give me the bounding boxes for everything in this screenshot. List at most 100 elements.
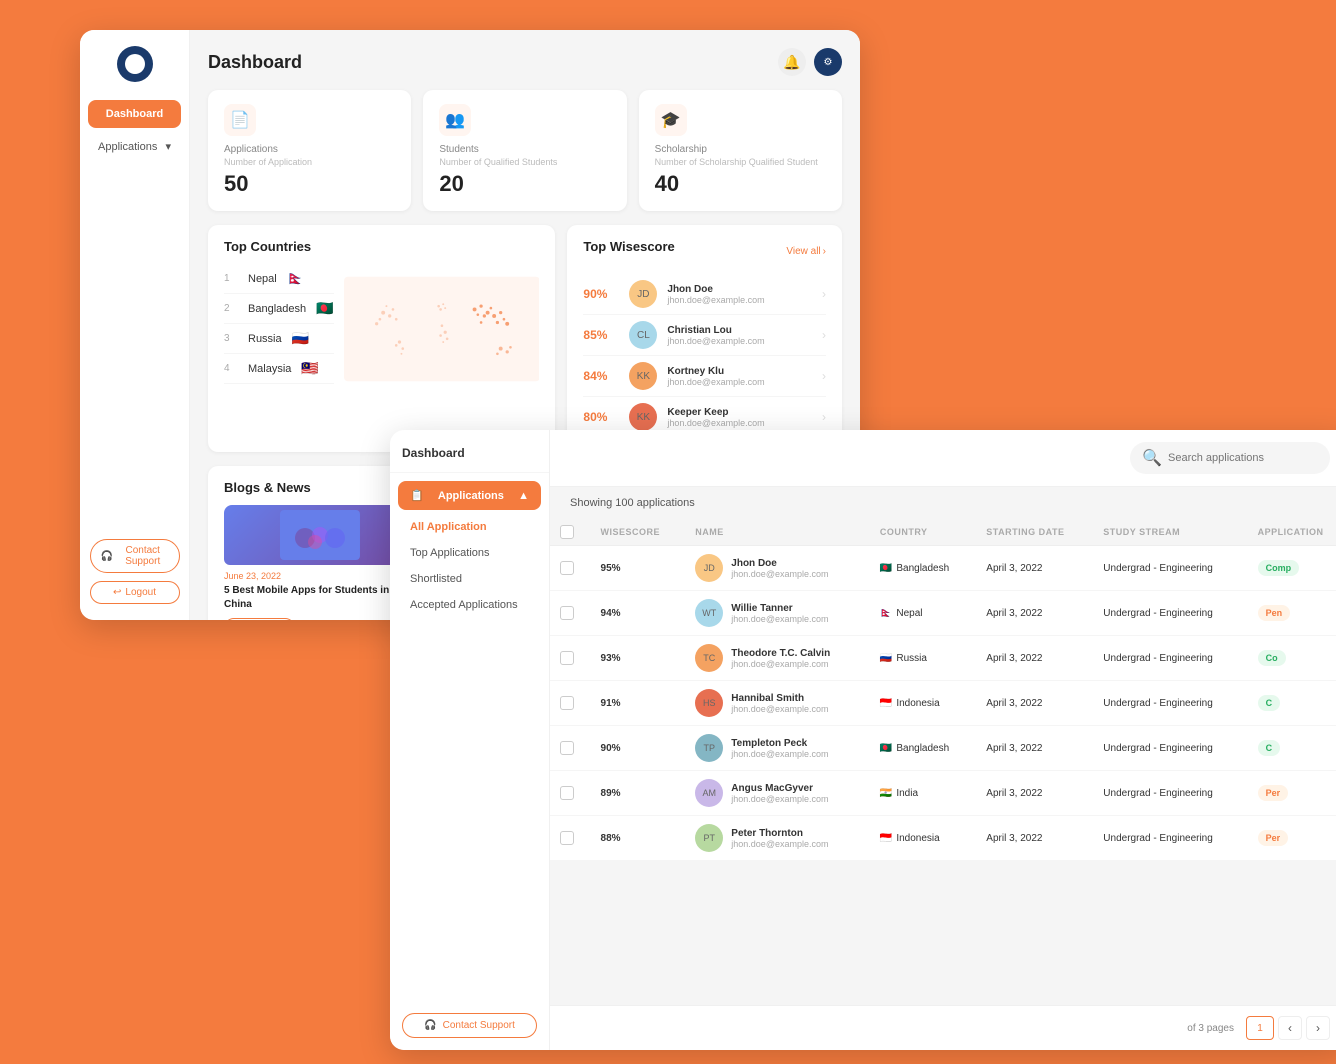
applications-label: Applications [224, 144, 395, 155]
world-map [344, 264, 540, 394]
th-wisescore: WISESCORE [591, 519, 686, 546]
sidebar-item-applications[interactable]: Applications ▾ [88, 132, 181, 161]
stat-card-scholarship: 🎓 Scholarship Number of Scholarship Qual… [639, 90, 842, 211]
student-avatar: TC [695, 644, 723, 672]
blog-date-1: June 23, 2022 [224, 571, 417, 581]
view-all-link[interactable]: View all › [786, 246, 826, 257]
table-row: 94% WT Willie Tanner jhon.doe@example.co… [550, 591, 1336, 636]
td-country: 🇷🇺 Russia [870, 636, 976, 681]
apps-table-wrapper: Showing 100 applications WISESCORE NAME … [550, 487, 1336, 1005]
student-info: Willie Tanner jhon.doe@example.com [731, 603, 828, 624]
submenu-accepted-applications[interactable]: Accepted Applications [390, 592, 549, 618]
chevron-icon: › [822, 410, 826, 424]
td-checkbox [550, 636, 591, 681]
sidebar-bottom: 🎧 Contact Support ↩ Logout [80, 539, 189, 604]
logout-button[interactable]: ↩ Logout [90, 581, 180, 604]
td-status: Per [1248, 771, 1336, 816]
wisescore-card: Top Wisescore View all › 90% JD Jhon Doe… [567, 225, 842, 452]
pagination-page-input[interactable] [1246, 1016, 1274, 1040]
td-date: April 3, 2022 [976, 546, 1093, 591]
map-svg [344, 264, 540, 394]
sidebar-item-dashboard[interactable]: Dashboard [88, 100, 181, 128]
scholarship-number: 40 [655, 171, 826, 197]
student-info: Hannibal Smith jhon.doe@example.com [731, 693, 828, 714]
apps-menu-item-active[interactable]: 📋 Applications ▲ [398, 481, 541, 510]
chevron-icon: › [822, 369, 826, 383]
chevron-icon: › [822, 287, 826, 301]
student-info: Templeton Peck jhon.doe@example.com [731, 738, 828, 759]
blog-img-svg-1 [280, 510, 360, 560]
td-status: Co [1248, 636, 1336, 681]
td-country: 🇧🇩 Bangladesh [870, 726, 976, 771]
submenu-shortlisted[interactable]: Shortlisted [390, 566, 549, 592]
country-item-bangladesh: 2 Bangladesh 🇧🇩 [224, 294, 334, 324]
scholarship-sublabel: Number of Scholarship Qualified Student [655, 157, 826, 167]
th-checkbox [550, 519, 591, 546]
td-country: 🇮🇳 India [870, 771, 976, 816]
country-item-malaysia: 4 Malaysia 🇲🇾 [224, 354, 334, 384]
wisescore-row-1: 90% JD Jhon Doe jhon.doe@example.com › [583, 274, 826, 315]
avatar[interactable]: ⚙ [814, 48, 842, 76]
country-item-russia: 3 Russia 🇷🇺 [224, 324, 334, 354]
applications-number: 50 [224, 171, 395, 197]
apps-window: Dashboard 📋 Applications ▲ All Applicati… [390, 430, 1336, 1050]
td-country: 🇧🇩 Bangladesh [870, 546, 976, 591]
apps-sidebar: Dashboard 📋 Applications ▲ All Applicati… [390, 430, 550, 1050]
table-row: 90% TP Templeton Peck jhon.doe@example.c… [550, 726, 1336, 771]
search-box: 🔍 [1130, 442, 1330, 474]
td-score: 89% [591, 771, 686, 816]
wisescore-title: Top Wisescore [583, 239, 674, 254]
submenu-top-applications[interactable]: Top Applications [390, 540, 549, 566]
td-date: April 3, 2022 [976, 636, 1093, 681]
apps-submenu: All Application Top Applications Shortli… [390, 510, 549, 622]
blog-image-1 [224, 505, 417, 565]
td-score: 93% [591, 636, 686, 681]
chevron-icon: › [822, 328, 826, 342]
td-stream: Undergrad - Engineering [1093, 816, 1247, 861]
middle-row: Top Countries 1 Nepal 🇳🇵 2 Bangladesh 🇧🇩 [208, 225, 842, 452]
nepal-name: Nepal [248, 273, 277, 285]
wisescore-list: 90% JD Jhon Doe jhon.doe@example.com › 8… [583, 274, 826, 438]
stat-card-students: 👥 Students Number of Qualified Students … [423, 90, 626, 211]
top-countries-card: Top Countries 1 Nepal 🇳🇵 2 Bangladesh 🇧🇩 [208, 225, 555, 452]
logout-label: Logout [125, 587, 156, 598]
applications-label: Applications [98, 141, 157, 153]
apps-menu-icon: 📋 [410, 489, 424, 502]
sidebar: Dashboard Applications ▾ 🎧 Contact Suppo… [80, 30, 190, 620]
td-name: TC Theodore T.C. Calvin jhon.doe@example… [685, 636, 870, 681]
malaysia-name: Malaysia [248, 363, 291, 375]
topbar-icons: 🔔 ⚙ [778, 48, 842, 76]
pagination-prev-button[interactable]: ‹ [1278, 1016, 1302, 1040]
pagination-info: of 3 pages [1187, 1023, 1234, 1034]
submenu-all-application[interactable]: All Application [390, 514, 549, 540]
apps-contact-button[interactable]: 🎧 Contact Support [402, 1013, 537, 1038]
search-input[interactable] [1168, 452, 1318, 464]
apps-topbar-title: Dashboard [402, 446, 465, 460]
student-avatar: JD [695, 554, 723, 582]
apps-menu-label: Applications [438, 490, 504, 502]
student-info: Jhon Doe jhon.doe@example.com [731, 558, 828, 579]
notification-icon[interactable]: 🔔 [778, 48, 806, 76]
students-icon: 👥 [439, 104, 471, 136]
sidebar-nav: Dashboard Applications ▾ [80, 100, 189, 161]
topbar: Dashboard 🔔 ⚙ [208, 48, 842, 76]
td-checkbox [550, 771, 591, 816]
td-name: PT Peter Thornton jhon.doe@example.com [685, 816, 870, 861]
td-stream: Undergrad - Engineering [1093, 636, 1247, 681]
td-stream: Undergrad - Engineering [1093, 771, 1247, 816]
apps-sidebar-bottom: 🎧 Contact Support [390, 1001, 549, 1050]
wisescore-row-2: 85% CL Christian Lou jhon.doe@example.co… [583, 315, 826, 356]
table-row: 95% JD Jhon Doe jhon.doe@example.com 🇧🇩 … [550, 546, 1336, 591]
td-status: C [1248, 681, 1336, 726]
pagination-next-button[interactable]: › [1306, 1016, 1330, 1040]
apps-contact-label: Contact Support [443, 1020, 515, 1031]
headset-icon: 🎧 [101, 551, 113, 562]
wisescore-row-3: 84% KK Kortney Klu jhon.doe@example.com … [583, 356, 826, 397]
student-avatar: AM [695, 779, 723, 807]
student-avatar: PT [695, 824, 723, 852]
table-body: 95% JD Jhon Doe jhon.doe@example.com 🇧🇩 … [550, 546, 1336, 861]
blog-read-more-1[interactable]: Read More [224, 618, 295, 620]
country-item-nepal: 1 Nepal 🇳🇵 [224, 264, 334, 294]
contact-support-button[interactable]: 🎧 Contact Support [90, 539, 180, 573]
td-status: Per [1248, 816, 1336, 861]
